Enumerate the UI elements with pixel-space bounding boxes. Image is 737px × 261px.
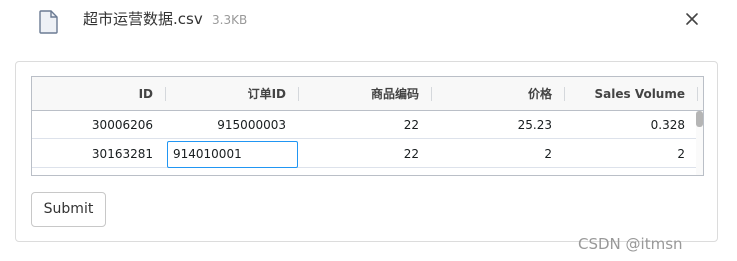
table-row[interactable]: 30006206 915000003 22 25.23 0.328	[32, 111, 703, 139]
cell-sales-volume[interactable]: 0.328	[564, 111, 697, 139]
submit-button[interactable]: Submit	[31, 192, 106, 227]
table-row[interactable]: 30163281 914010001 22 2 2	[32, 140, 703, 168]
file-name: 超市运营数据.csv	[83, 10, 203, 28]
cell-order-id[interactable]: 915000003	[165, 111, 298, 139]
cell-price[interactable]: 2	[431, 140, 564, 168]
file-size: 3.3KB	[212, 13, 248, 27]
vertical-scrollbar[interactable]	[696, 111, 703, 175]
cell-product-code[interactable]: 22	[298, 140, 431, 168]
file-icon	[36, 9, 60, 35]
column-header-order-id[interactable]: 订单ID	[165, 77, 298, 111]
cell-id[interactable]: 30006206	[32, 111, 165, 139]
scrollbar-thumb[interactable]	[696, 111, 703, 127]
cell-product-code[interactable]: 22	[298, 111, 431, 139]
close-icon	[686, 13, 698, 25]
cell-sales-volume[interactable]: 2	[564, 140, 697, 168]
close-button[interactable]	[682, 9, 702, 29]
column-separator	[697, 87, 698, 101]
cell-price[interactable]: 25.23	[431, 111, 564, 139]
column-header-price[interactable]: 价格	[431, 77, 564, 111]
watermark: CSDN @itmsn	[578, 235, 683, 253]
column-header-sales-volume[interactable]: Sales Volume	[564, 77, 697, 111]
cell-id[interactable]: 30163281	[32, 140, 165, 168]
grid-header: ID 订单ID 商品编码 价格 Sales Volume	[32, 77, 703, 111]
column-header-product-code[interactable]: 商品编码	[298, 77, 431, 111]
data-grid: ID 订单ID 商品编码 价格 Sales Volume 30006206 91…	[31, 76, 704, 176]
column-header-id[interactable]: ID	[32, 77, 165, 111]
upload-panel: ID 订单ID 商品编码 价格 Sales Volume 30006206 91…	[15, 61, 718, 242]
cell-editor-order-id[interactable]: 914010001	[167, 141, 298, 168]
